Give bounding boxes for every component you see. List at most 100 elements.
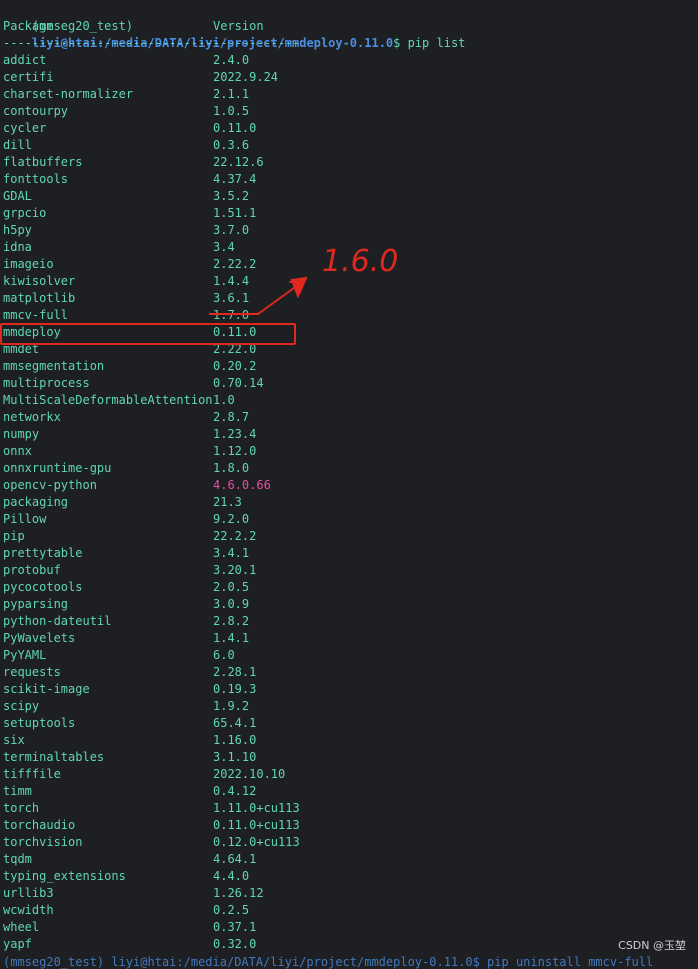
package-version: 4.37.4 (213, 172, 257, 186)
strike-through-mark (209, 313, 259, 315)
table-row: cycler 0.11.0 (0, 120, 698, 137)
package-name: urllib3 (3, 886, 54, 900)
package-version: 2.8.7 (213, 410, 250, 424)
table-row: urllib3 1.26.12 (0, 885, 698, 902)
package-name: idna (3, 240, 32, 254)
package-version: 1.4.4 (213, 274, 250, 288)
watermark: CSDN @玉堃 (618, 939, 686, 952)
header-package: Package (3, 19, 54, 33)
table-row: tifffile 2022.10.10 (0, 766, 698, 783)
package-version: 0.3.6 (213, 138, 250, 152)
package-version: 4.4.0 (213, 869, 250, 883)
terminal-window[interactable]: (mmseg20_test) liyi@htai:/media/DATA/liy… (0, 0, 698, 969)
table-row: grpcio 1.51.1 (0, 205, 698, 222)
table-row: mmsegmentation 0.20.2 (0, 358, 698, 375)
table-row: six 1.16.0 (0, 732, 698, 749)
package-version: 3.4 (213, 240, 235, 254)
package-version: 1.11.0+cu113 (213, 801, 300, 815)
package-name: h5py (3, 223, 32, 237)
table-row: onnx 1.12.0 (0, 443, 698, 460)
table-row: fonttools 4.37.4 (0, 171, 698, 188)
package-version: 1.7.0 (213, 308, 250, 322)
package-name: addict (3, 53, 47, 67)
package-name: Pillow (3, 512, 47, 526)
package-name: scipy (3, 699, 40, 713)
package-version: 22.2.2 (213, 529, 257, 543)
table-row: matplotlib 3.6.1 (0, 290, 698, 307)
table-row: typing_extensions 4.4.0 (0, 868, 698, 885)
table-row: multiprocess 0.70.14 (0, 375, 698, 392)
package-version: 0.37.1 (213, 920, 257, 934)
table-row: prettytable 3.4.1 (0, 545, 698, 562)
prompt-line: (mmseg20_test) liyi@htai:/media/DATA/liy… (3, 1, 466, 50)
package-name: torchaudio (3, 818, 76, 832)
package-version: 1.0 (213, 393, 235, 407)
package-version: 3.7.0 (213, 223, 250, 237)
package-name: matplotlib (3, 291, 76, 305)
package-version: 0.2.5 (213, 903, 250, 917)
package-version: 0.11.0 (213, 121, 257, 135)
table-row: mmcv-full 1.7.0 (0, 307, 698, 324)
package-version: 3.5.2 (213, 189, 250, 203)
table-row: idna 3.4 (0, 239, 698, 256)
table-row: contourpy 1.0.5 (0, 103, 698, 120)
package-version: 3.1.10 (213, 750, 257, 764)
table-row: wheel 0.37.1 (0, 919, 698, 936)
package-version: 0.11.0+cu113 (213, 818, 300, 832)
package-version: 2.0.5 (213, 580, 250, 594)
table-row: protobuf 3.20.1 (0, 562, 698, 579)
table-row: pycocotools 2.0.5 (0, 579, 698, 596)
table-row: flatbuffers 22.12.6 (0, 154, 698, 171)
package-name: certifi (3, 70, 54, 84)
table-row: wcwidth 0.2.5 (0, 902, 698, 919)
table-row: dill 0.3.6 (0, 137, 698, 154)
package-name: mmcv-full (3, 308, 69, 322)
highlight-box-mmdeploy (0, 323, 296, 345)
package-version: 1.23.4 (213, 427, 257, 441)
package-version: 1.26.12 (213, 886, 264, 900)
separator-version: ------------ (213, 36, 300, 50)
package-name: wcwidth (3, 903, 54, 917)
package-name: GDAL (3, 189, 32, 203)
table-row: scipy 1.9.2 (0, 698, 698, 715)
package-name: dill (3, 138, 32, 152)
table-row: python-dateutil 2.8.2 (0, 613, 698, 630)
table-row: kiwisolver 1.4.4 (0, 273, 698, 290)
package-version: 0.12.0+cu113 (213, 835, 300, 849)
package-version: 9.2.0 (213, 512, 250, 526)
package-version: 2.4.0 (213, 53, 250, 67)
package-version: 1.8.0 (213, 461, 250, 475)
package-name: torchvision (3, 835, 83, 849)
table-row: terminaltables 3.1.10 (0, 749, 698, 766)
package-name: six (3, 733, 25, 747)
package-version: 2.28.1 (213, 665, 257, 679)
package-name: requests (3, 665, 61, 679)
package-name: kiwisolver (3, 274, 76, 288)
package-name: contourpy (3, 104, 69, 118)
header-version: Version (213, 19, 264, 33)
package-name: setuptools (3, 716, 76, 730)
package-version: 1.12.0 (213, 444, 257, 458)
table-row: certifi 2022.9.24 (0, 69, 698, 86)
package-name: packaging (3, 495, 69, 509)
table-row: yapf 0.32.0 (0, 936, 698, 953)
package-version: 4.64.1 (213, 852, 257, 866)
table-row: opencv-python 4.6.0.66 (0, 477, 698, 494)
package-name: numpy (3, 427, 40, 441)
table-row: pyparsing 3.0.9 (0, 596, 698, 613)
table-separator: ------------------------------ ---------… (0, 35, 698, 52)
table-row: requests 2.28.1 (0, 664, 698, 681)
package-version: 2.8.2 (213, 614, 250, 628)
package-name: torch (3, 801, 40, 815)
table-row: timm 0.4.12 (0, 783, 698, 800)
package-version: 0.32.0 (213, 937, 257, 951)
package-name: onnxruntime-gpu (3, 461, 112, 475)
package-name: cycler (3, 121, 47, 135)
package-name: typing_extensions (3, 869, 126, 883)
table-row: scikit-image 0.19.3 (0, 681, 698, 698)
package-version: 2.1.1 (213, 87, 250, 101)
package-name: protobuf (3, 563, 61, 577)
package-version: 0.4.12 (213, 784, 257, 798)
table-row: torch 1.11.0+cu113 (0, 800, 698, 817)
package-name: terminaltables (3, 750, 105, 764)
